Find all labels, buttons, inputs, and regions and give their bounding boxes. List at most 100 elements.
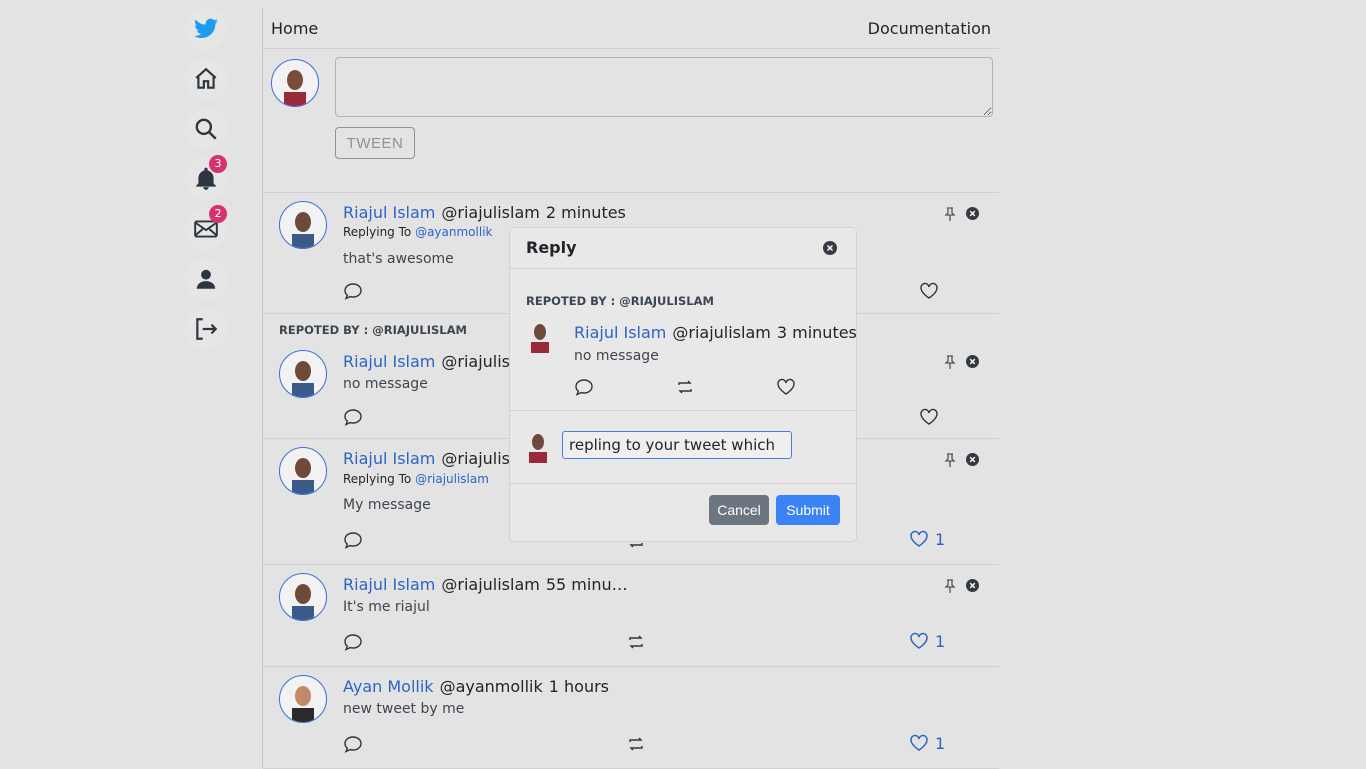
comment-button[interactable] [343, 530, 363, 550]
avatar[interactable] [279, 675, 327, 723]
user-icon [196, 269, 216, 289]
pin-icon[interactable] [944, 355, 956, 369]
comment-button[interactable] [343, 632, 363, 652]
delete-icon[interactable] [966, 579, 979, 592]
delete-icon[interactable] [966, 207, 979, 220]
messages-nav-button[interactable]: 2 [185, 205, 227, 250]
replying-to-link[interactable]: @riajulislam [415, 472, 489, 486]
author-handle: @riajulislam [672, 323, 771, 342]
cancel-button[interactable]: Cancel [709, 495, 769, 525]
author-name[interactable]: Riajul Islam [343, 575, 435, 594]
comment-button[interactable] [574, 377, 594, 397]
profile-nav-button[interactable] [185, 258, 227, 300]
tweet-body: no message [343, 376, 428, 392]
tweet-time: 2 minutes [545, 203, 626, 222]
tweet-header: Riajul Islam @riajulislam 2 minutes [343, 203, 626, 222]
heart-icon [910, 530, 928, 547]
replying-to-link[interactable]: @ayanmollik [415, 225, 492, 239]
original-tweet: REPOTED BY : @RIAJULISLAM Riajul Islam @r… [510, 269, 857, 411]
heart-icon [777, 378, 795, 395]
avatar [528, 321, 552, 353]
sidebar: 3 2 [185, 8, 229, 358]
like-button[interactable]: 1 [909, 529, 945, 549]
repost-icon [678, 380, 692, 394]
tweet-time: 1 hours [548, 677, 610, 696]
delete-icon[interactable] [966, 453, 979, 466]
replying-prefix: Replying To [343, 472, 412, 486]
reply-modal: Reply REPOTED BY : @RIAJULISLAM Riajul I… [510, 228, 857, 541]
like-button[interactable]: 1 [909, 631, 945, 651]
repost-icon [629, 737, 643, 751]
tweet-time: 55 minu… [545, 575, 628, 594]
avatar [271, 59, 319, 107]
repost-icon [629, 635, 643, 649]
modal-header: Reply [510, 228, 856, 269]
author-handle: @riajulislam [441, 203, 540, 222]
comment-button[interactable] [343, 281, 363, 301]
tweet-header: Riajul Islam @riajulislam 55 minu… [343, 575, 628, 594]
logout-nav-button[interactable] [185, 308, 227, 350]
comment-icon [344, 283, 362, 300]
author-name[interactable]: Ayan Mollik [343, 677, 434, 696]
modal-title: Reply [526, 238, 577, 257]
avatar[interactable] [279, 350, 327, 398]
tweet-body: My message [343, 497, 431, 513]
avatar[interactable] [279, 201, 327, 249]
comment-icon [344, 409, 362, 426]
like-button[interactable] [919, 407, 939, 427]
comment-button[interactable] [343, 407, 363, 427]
author-name[interactable]: Riajul Islam [574, 323, 666, 342]
repost-button[interactable] [675, 377, 695, 397]
repost-button[interactable] [626, 632, 646, 652]
tweet-item: Ayan Mollik @ayanmollik 1 hours new tweet … [263, 667, 999, 769]
tweet-header: Riajul Islam @riajulisla [343, 352, 524, 371]
like-button[interactable]: 1 [909, 733, 945, 753]
comment-button[interactable] [343, 734, 363, 754]
home-icon [195, 67, 217, 89]
tweet-body: that's awesome [343, 251, 454, 267]
comment-icon [344, 532, 362, 549]
twitter-logo-button[interactable] [185, 8, 227, 50]
avatar[interactable] [279, 447, 327, 495]
like-count: 1 [935, 529, 946, 549]
tweet-body: It's me riajul [343, 599, 430, 615]
close-icon[interactable] [823, 241, 837, 255]
author-name[interactable]: Riajul Islam [343, 449, 435, 468]
replying-to: Replying To @ayanmollik [343, 225, 492, 239]
heart-icon [910, 632, 928, 649]
pin-icon[interactable] [944, 579, 956, 593]
search-icon [195, 118, 217, 140]
author-name[interactable]: Riajul Islam [343, 352, 435, 371]
modal-tweet-header: Riajul Islam @riajulislam 3 minutes [574, 323, 857, 342]
heart-icon [920, 282, 938, 299]
heart-icon [910, 734, 928, 751]
avatar [526, 431, 550, 463]
like-count: 1 [935, 631, 946, 651]
like-button[interactable] [919, 281, 939, 301]
delete-icon[interactable] [966, 355, 979, 368]
comment-icon [344, 736, 362, 753]
like-button[interactable] [776, 377, 796, 397]
heart-icon [920, 408, 938, 425]
pin-icon[interactable] [944, 207, 956, 221]
logout-icon [196, 318, 218, 340]
repost-button[interactable] [626, 734, 646, 754]
tweet-header: Ayan Mollik @ayanmollik 1 hours [343, 677, 609, 696]
compose-textarea[interactable] [335, 57, 993, 117]
tweet-time: 3 minutes [776, 323, 857, 342]
reply-input[interactable] [562, 431, 792, 459]
notification-badge: 3 [209, 155, 227, 173]
home-nav-button[interactable] [185, 58, 227, 100]
tweet-header: Riajul Islam @riajulisla [343, 449, 524, 468]
tween-button[interactable]: TWEEN [335, 127, 415, 159]
avatar[interactable] [279, 573, 327, 621]
author-name[interactable]: Riajul Islam [343, 203, 435, 222]
documentation-link[interactable]: Documentation [868, 19, 991, 38]
author-handle: @riajulislam [441, 575, 540, 594]
search-nav-button[interactable] [185, 108, 227, 150]
home-title: Home [271, 18, 319, 38]
submit-button[interactable]: Submit [776, 495, 840, 525]
like-count: 1 [935, 733, 946, 753]
notifications-nav-button[interactable]: 3 [185, 155, 227, 200]
pin-icon[interactable] [944, 453, 956, 467]
